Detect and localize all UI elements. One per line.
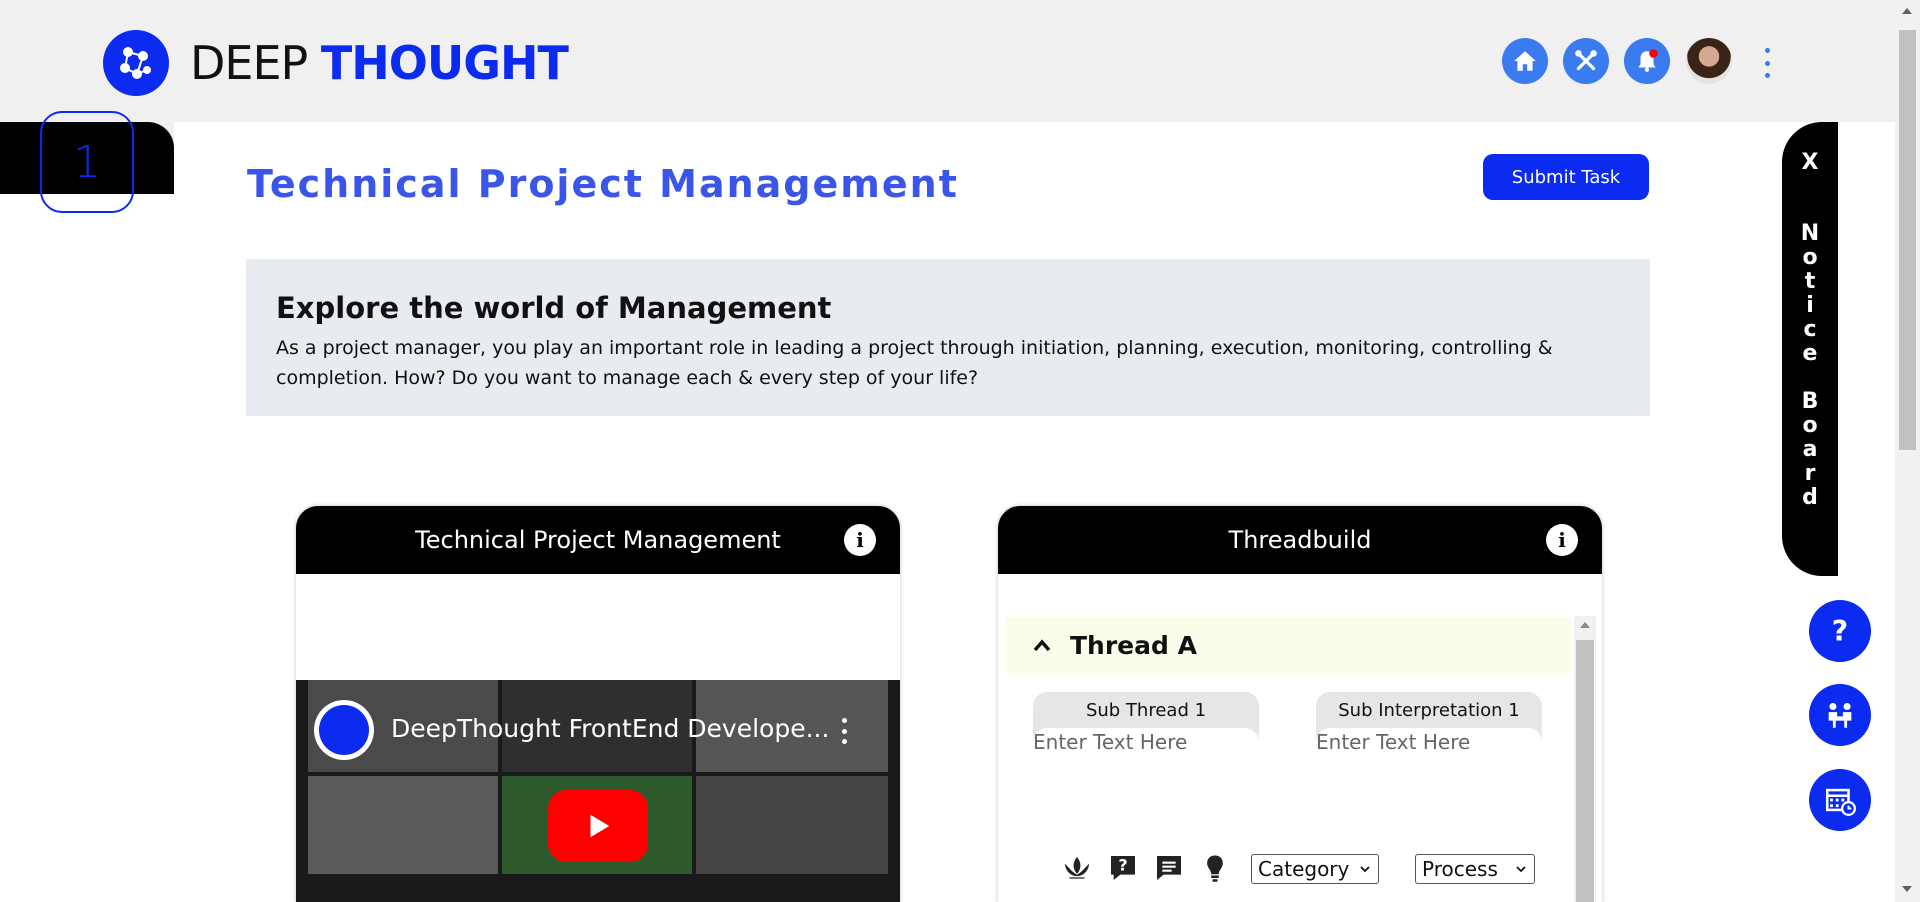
comment-icon[interactable] (1152, 851, 1186, 885)
bell-icon[interactable] (1624, 38, 1670, 84)
intro-banner: Explore the world of Management As a pro… (246, 259, 1650, 416)
lightbulb-icon[interactable] (1198, 851, 1232, 885)
scroll-thumb[interactable] (1576, 640, 1594, 902)
info-icon[interactable]: i (1546, 524, 1578, 556)
page-scrollbar[interactable] (1895, 0, 1920, 902)
submit-task-button[interactable]: Submit Task (1483, 154, 1649, 200)
meeting-icon[interactable] (1809, 684, 1871, 746)
threadbuild-card: Threadbuild i Thread A Sub Thread 1 Sub … (998, 506, 1602, 902)
step-number-box[interactable]: 1 (40, 111, 134, 213)
main-content: Technical Project Management Submit Task… (174, 122, 1895, 902)
category-select[interactable]: Category (1251, 854, 1379, 884)
svg-text:?: ? (1118, 856, 1127, 875)
thread-label: Thread A (1070, 631, 1197, 660)
info-icon[interactable]: i (844, 524, 876, 556)
sub-thread-input[interactable] (1033, 728, 1259, 832)
page-scroll-thumb[interactable] (1899, 30, 1916, 450)
video-card-header: Technical Project Management i (296, 506, 900, 574)
sub-interpretation-box: Sub Interpretation 1 (1316, 692, 1542, 832)
sub-interpretation-label: Sub Interpretation 1 (1338, 699, 1520, 721)
chevron-up-icon[interactable] (1032, 636, 1052, 656)
video-tile (696, 776, 888, 874)
avatar[interactable] (1686, 38, 1732, 84)
logo-icon[interactable] (103, 30, 169, 96)
thread-header[interactable]: Thread A (1006, 618, 1572, 673)
question-bubble-icon[interactable]: ? (1106, 851, 1140, 885)
threadbuild-title: Threadbuild (1228, 526, 1372, 554)
home-icon[interactable] (1502, 38, 1548, 84)
calendar-clock-icon[interactable] (1809, 769, 1871, 831)
threadbuild-header: Threadbuild i (998, 506, 1602, 574)
lotus-icon[interactable] (1060, 851, 1094, 885)
brand-part-2: THOUGHT (320, 36, 569, 90)
thread-scrollbar[interactable] (1574, 616, 1596, 902)
help-icon[interactable]: ? (1809, 600, 1871, 662)
video-menu-icon[interactable] (840, 718, 848, 744)
brand-part-1: DEEP (190, 36, 308, 90)
brand-name: DEEP THOUGHT (190, 36, 569, 90)
sub-interpretation-input[interactable] (1316, 728, 1542, 832)
process-select[interactable]: Process (1415, 854, 1535, 884)
notice-board-tab[interactable]: X Notice Board (1782, 122, 1838, 576)
play-button-icon[interactable] (548, 790, 648, 862)
sub-thread-box: Sub Thread 1 (1033, 692, 1259, 832)
banner-heading: Explore the world of Management (276, 291, 832, 325)
left-panel (0, 122, 174, 902)
category-value: Category (1258, 857, 1350, 881)
app-root: DEEP THOUGHT 1 Technical Project Managem… (0, 0, 1920, 902)
tools-icon[interactable] (1563, 38, 1609, 84)
chevron-down-icon (1516, 866, 1526, 873)
sub-thread-label: Sub Thread 1 (1085, 699, 1207, 721)
banner-text: As a project manager, you play an import… (276, 337, 1553, 389)
page-title: Technical Project Management (247, 162, 959, 206)
chevron-down-icon (1360, 866, 1370, 873)
close-notice-board-button[interactable]: X (1782, 150, 1838, 175)
notice-board-panel (1838, 122, 1895, 576)
process-value: Process (1422, 857, 1498, 881)
thread-area: Thread A Sub Thread 1 Sub Interpretation… (1006, 618, 1572, 902)
video-player[interactable]: DeepThought FrontEnd Develope... (296, 680, 900, 902)
channel-logo-icon[interactable] (314, 700, 374, 760)
video-title[interactable]: DeepThought FrontEnd Develope... (391, 714, 829, 743)
video-tile (308, 776, 498, 874)
more-vertical-icon[interactable] (1758, 48, 1776, 78)
svg-text:?: ? (1832, 615, 1848, 648)
top-header: DEEP THOUGHT (0, 0, 1895, 122)
video-card: Technical Project Management i DeepThoug… (296, 506, 900, 902)
scroll-up-arrow-icon[interactable] (1580, 622, 1590, 628)
scroll-up-arrow-icon[interactable] (1902, 8, 1912, 14)
video-card-title: Technical Project Management (415, 526, 781, 554)
scroll-down-arrow-icon[interactable] (1902, 886, 1912, 892)
thread-toolbar: ? (1060, 850, 1244, 886)
notice-board-label: Notice Board (1800, 221, 1820, 510)
